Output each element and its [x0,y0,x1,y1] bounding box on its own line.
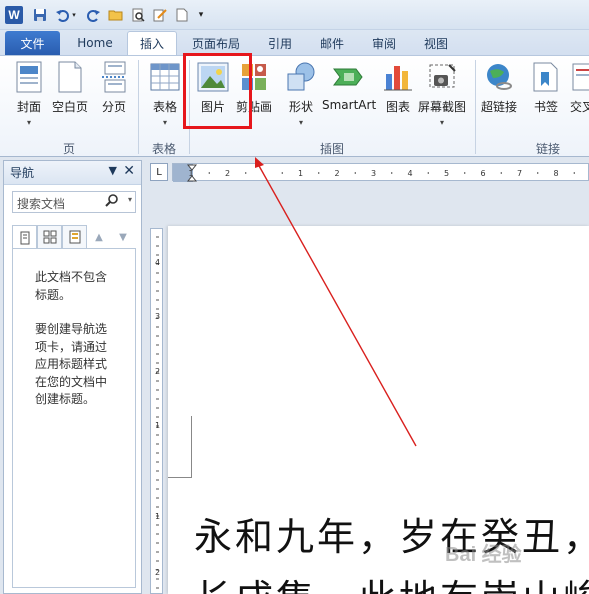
annotation-arrow [255,157,417,447]
